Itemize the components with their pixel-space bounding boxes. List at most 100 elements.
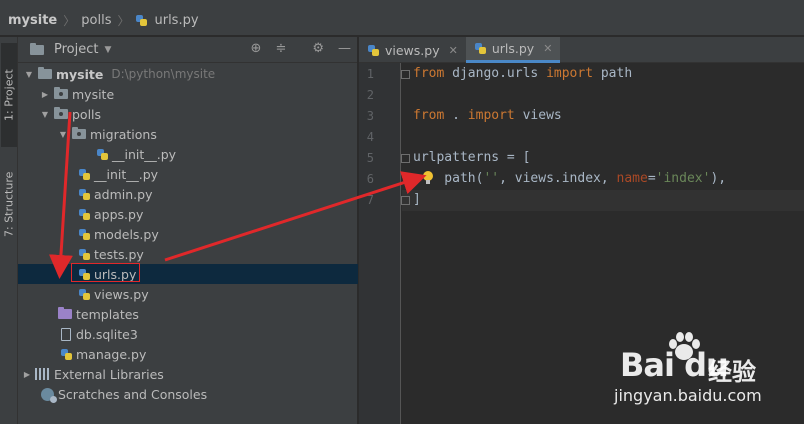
- line-number: 1: [366, 67, 374, 81]
- code-token: ),: [710, 171, 727, 186]
- project-panel-title[interactable]: Project: [54, 42, 98, 57]
- line-number: 4: [366, 130, 374, 144]
- tree-item-polls-init[interactable]: __init__.py: [18, 164, 358, 184]
- tree-item-label: mysite: [72, 86, 115, 102]
- tree-item-migrations[interactable]: ▼ migrations: [18, 124, 358, 144]
- fold-marker-icon[interactable]: [401, 154, 410, 163]
- tool-tab-project[interactable]: 1: Project: [1, 43, 17, 147]
- python-file-icon: [78, 248, 91, 261]
- code-token: '': [483, 171, 500, 186]
- gear-icon[interactable]: ⚙: [312, 41, 324, 56]
- collapsed-arrow-icon[interactable]: ▶: [40, 90, 50, 99]
- tree-item-label: manage.py: [76, 346, 147, 362]
- expanded-arrow-icon[interactable]: ▼: [40, 110, 50, 119]
- python-file-icon: [78, 188, 91, 201]
- code-line[interactable]: from django.urls import path: [413, 63, 632, 84]
- close-icon[interactable]: ✕: [543, 42, 552, 55]
- watermark-url: jingyan.baidu.com: [614, 386, 762, 405]
- tree-item-migrations-init[interactable]: __init__.py: [18, 144, 358, 164]
- lightbulb-icon[interactable]: [422, 171, 434, 185]
- python-file-icon: [78, 228, 91, 241]
- line-number: 7: [366, 193, 374, 207]
- tool-tab-structure[interactable]: 7: Structure: [1, 161, 17, 247]
- left-tool-strip: 1: Project 7: Structure: [0, 37, 18, 424]
- tree-item-label: __init__.py: [112, 146, 177, 162]
- python-file-icon: [78, 168, 91, 181]
- tree-item-polls[interactable]: ▼ polls: [18, 104, 358, 124]
- line-number: 6: [366, 172, 374, 186]
- tree-item-label: mysite: [56, 66, 104, 82]
- tree-item-models[interactable]: models.py: [18, 224, 358, 244]
- code-token: ]: [413, 192, 421, 207]
- tab-views-py[interactable]: views.py ✕: [359, 37, 466, 63]
- python-file-icon: [60, 348, 73, 361]
- tree-item-scratches[interactable]: Scratches and Consoles: [18, 384, 358, 404]
- tree-item-label: polls: [72, 106, 102, 122]
- expanded-arrow-icon[interactable]: ▼: [24, 70, 34, 79]
- package-folder-icon: [54, 107, 68, 119]
- breadcrumb-file[interactable]: urls.py: [154, 13, 198, 28]
- python-file-icon: [474, 42, 487, 55]
- breadcrumb-project[interactable]: mysite: [8, 13, 57, 28]
- tab-label: urls.py: [491, 41, 535, 56]
- tree-item-external-libraries[interactable]: ▶ External Libraries: [18, 364, 358, 384]
- tree-item-label: db.sqlite3: [76, 326, 138, 342]
- tab-urls-py[interactable]: urls.py ✕: [465, 37, 561, 63]
- tree-item-label: admin.py: [94, 186, 153, 202]
- fold-marker-icon[interactable]: [401, 196, 410, 205]
- tree-item-db[interactable]: db.sqlite3: [18, 324, 358, 344]
- code-token: django.urls: [444, 66, 547, 81]
- locate-icon[interactable]: ⊕: [251, 41, 262, 56]
- tree-item-views[interactable]: views.py: [18, 284, 358, 304]
- code-line[interactable]: from . import views: [413, 105, 562, 126]
- tree-item-mysite-package[interactable]: ▶ mysite: [18, 84, 358, 104]
- navigation-bar: mysite 〉 polls 〉 urls.py: [0, 6, 804, 36]
- tree-item-manage[interactable]: manage.py: [18, 344, 358, 364]
- fold-marker-icon[interactable]: [401, 70, 410, 79]
- tree-item-admin[interactable]: admin.py: [18, 184, 358, 204]
- tree-item-label: models.py: [94, 226, 159, 242]
- tree-item-label: templates: [76, 306, 139, 322]
- tree-item-label: __init__.py: [94, 166, 159, 182]
- python-file-icon: [96, 148, 109, 161]
- project-panel-tools: ⊕ ≑ ⚙ —: [251, 41, 351, 56]
- line-number: 2: [366, 88, 374, 102]
- collapsed-arrow-icon[interactable]: ▶: [22, 370, 32, 379]
- code-line[interactable]: urlpatterns = [: [413, 147, 530, 168]
- code-token: from: [413, 108, 445, 123]
- editor-tab-bar: views.py ✕ urls.py ✕: [359, 37, 804, 63]
- project-panel: Project ▼ ⊕ ≑ ⚙ — ▼ mysite D:\python\mys…: [18, 37, 358, 424]
- folder-icon: [38, 67, 52, 79]
- urls-file-highlight-box: [71, 263, 140, 282]
- code-token: .: [444, 108, 468, 123]
- breadcrumb-folder[interactable]: polls: [81, 13, 111, 28]
- code-token: from: [413, 66, 445, 81]
- code-token: , views.index,: [499, 171, 617, 186]
- project-view-icon: [30, 42, 44, 55]
- tree-item-mysite-root[interactable]: ▼ mysite D:\python\mysite: [18, 64, 358, 84]
- code-line[interactable]: path('', views.index, name='index'),: [413, 168, 726, 189]
- python-file-icon: [78, 288, 91, 301]
- paw-icon: [669, 332, 700, 360]
- python-file-icon: [78, 208, 91, 221]
- close-icon[interactable]: ✕: [449, 44, 458, 57]
- code-token: 'index': [655, 171, 711, 186]
- expanded-arrow-icon[interactable]: ▼: [58, 130, 68, 139]
- tree-item-templates[interactable]: templates: [18, 304, 358, 324]
- chevron-down-icon[interactable]: ▼: [104, 45, 111, 55]
- tree-item-apps[interactable]: apps.py: [18, 204, 358, 224]
- code-token: path: [593, 66, 633, 81]
- code-line[interactable]: ]: [413, 189, 421, 210]
- code-token: name: [616, 171, 648, 186]
- code-token: views: [514, 108, 562, 123]
- tree-item-tests[interactable]: tests.py: [18, 244, 358, 264]
- code-token: urlpatterns = [: [413, 150, 531, 165]
- chevron-right-icon: 〉: [117, 14, 130, 28]
- chevron-right-icon: 〉: [63, 14, 76, 28]
- line-number: 3: [366, 109, 374, 123]
- baidu-jingyan-watermark: Bai du 经验 jingyan.baidu.com: [612, 330, 792, 420]
- tree-item-label: migrations: [90, 126, 157, 142]
- minimize-icon[interactable]: —: [338, 41, 351, 56]
- tree-item-urls[interactable]: urls.py: [18, 264, 358, 284]
- collapse-all-icon[interactable]: ≑: [275, 41, 286, 56]
